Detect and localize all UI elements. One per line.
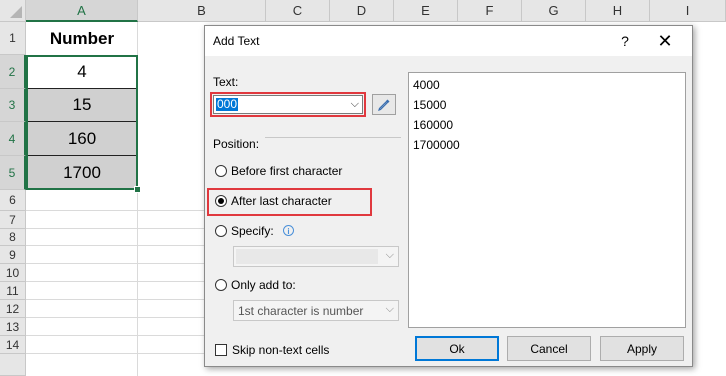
chevron-down-icon: ⌵ bbox=[385, 249, 394, 261]
row-header-6[interactable]: 6 bbox=[0, 190, 26, 211]
text-combo[interactable]: 000 ⌵ bbox=[213, 95, 363, 114]
gridline bbox=[137, 22, 138, 376]
gridline bbox=[26, 317, 206, 318]
text-label: Text: bbox=[213, 75, 239, 89]
row-header-12[interactable]: 12 bbox=[0, 300, 26, 318]
radio-only-add[interactable] bbox=[215, 279, 227, 291]
preview-line: 1700000 bbox=[413, 138, 460, 152]
row-header-5[interactable]: 5 bbox=[0, 156, 26, 190]
close-button[interactable]: ✕ bbox=[651, 28, 679, 54]
radio-only-add-label[interactable]: Only add to: bbox=[231, 278, 296, 292]
gridline bbox=[26, 245, 206, 246]
add-text-dialog: Add Text ? ✕ Text: 000 ⌵ Position: Befor… bbox=[204, 25, 693, 367]
cell-a5[interactable]: 1700 bbox=[27, 156, 137, 189]
column-header-b[interactable]: B bbox=[138, 0, 266, 22]
fill-handle[interactable] bbox=[134, 186, 141, 193]
eyedropper-button[interactable] bbox=[372, 94, 396, 115]
info-icon[interactable]: i bbox=[283, 225, 294, 236]
row-header-13[interactable]: 13 bbox=[0, 318, 26, 336]
row-header-7[interactable]: 7 bbox=[0, 211, 26, 229]
preview-line: 160000 bbox=[413, 118, 454, 132]
eyedropper-icon bbox=[378, 99, 390, 111]
radio-after-last-label[interactable]: After last character bbox=[231, 194, 332, 208]
column-header-i[interactable]: I bbox=[650, 0, 726, 22]
specify-combo[interactable]: ⌵ bbox=[233, 246, 399, 267]
chevron-down-icon: ⌵ bbox=[385, 303, 394, 315]
cell-a3[interactable]: 15 bbox=[27, 89, 137, 122]
gridline bbox=[26, 263, 206, 264]
position-label: Position: bbox=[213, 137, 260, 151]
column-header-e[interactable]: E bbox=[394, 0, 458, 22]
text-combo-value: 000 bbox=[216, 97, 239, 111]
cell-a2[interactable]: 4 bbox=[27, 56, 137, 89]
row-header-1[interactable]: 1 bbox=[0, 22, 26, 55]
preview-pane: 4000 15000 160000 1700000 bbox=[408, 72, 686, 328]
group-divider bbox=[265, 137, 401, 138]
row-header-9[interactable]: 9 bbox=[0, 246, 26, 264]
apply-button[interactable]: Apply bbox=[600, 336, 684, 361]
preview-line: 4000 bbox=[413, 78, 440, 92]
row-header-15[interactable] bbox=[0, 354, 26, 376]
row-header-11[interactable]: 11 bbox=[0, 282, 26, 300]
skip-non-text-checkbox[interactable] bbox=[215, 344, 227, 356]
chevron-down-icon[interactable]: ⌵ bbox=[351, 96, 359, 113]
gridline bbox=[26, 299, 206, 300]
radio-specify[interactable] bbox=[215, 225, 227, 237]
radio-after-last[interactable] bbox=[215, 195, 227, 207]
cancel-button[interactable]: Cancel bbox=[507, 336, 591, 361]
row-header-4[interactable]: 4 bbox=[0, 122, 26, 156]
gridline bbox=[26, 335, 206, 336]
row-header-2[interactable]: 2 bbox=[0, 55, 26, 89]
column-header-f[interactable]: F bbox=[458, 0, 522, 22]
gridline bbox=[26, 228, 206, 229]
dialog-title: Add Text bbox=[213, 34, 260, 48]
column-header-h[interactable]: H bbox=[586, 0, 650, 22]
only-add-combo[interactable]: 1st character is number ⌵ bbox=[233, 300, 399, 321]
radio-before-first-label[interactable]: Before first character bbox=[231, 164, 342, 178]
column-header-d[interactable]: D bbox=[330, 0, 394, 22]
cell-a1-header[interactable]: Number bbox=[27, 23, 137, 55]
help-button[interactable]: ? bbox=[611, 28, 639, 54]
radio-specify-label[interactable]: Specify: bbox=[231, 224, 274, 238]
column-header-g[interactable]: G bbox=[522, 0, 586, 22]
column-header-a[interactable]: A bbox=[26, 0, 138, 22]
row-header-8[interactable]: 8 bbox=[0, 229, 26, 246]
gridline bbox=[26, 353, 206, 354]
column-header-c[interactable]: C bbox=[266, 0, 330, 22]
skip-non-text-label[interactable]: Skip non-text cells bbox=[232, 343, 329, 357]
only-add-combo-value: 1st character is number bbox=[238, 304, 364, 318]
dialog-titlebar[interactable]: Add Text ? ✕ bbox=[205, 26, 692, 56]
select-all-corner[interactable] bbox=[0, 0, 26, 22]
preview-line: 15000 bbox=[413, 98, 447, 112]
row-header-14[interactable]: 14 bbox=[0, 336, 26, 354]
cell-a4[interactable]: 160 bbox=[27, 122, 137, 156]
row-header-3[interactable]: 3 bbox=[0, 89, 26, 122]
gridline bbox=[26, 210, 206, 211]
row-header-10[interactable]: 10 bbox=[0, 264, 26, 282]
radio-before-first[interactable] bbox=[215, 165, 227, 177]
gridline bbox=[26, 281, 206, 282]
ok-button[interactable]: Ok bbox=[415, 336, 499, 361]
